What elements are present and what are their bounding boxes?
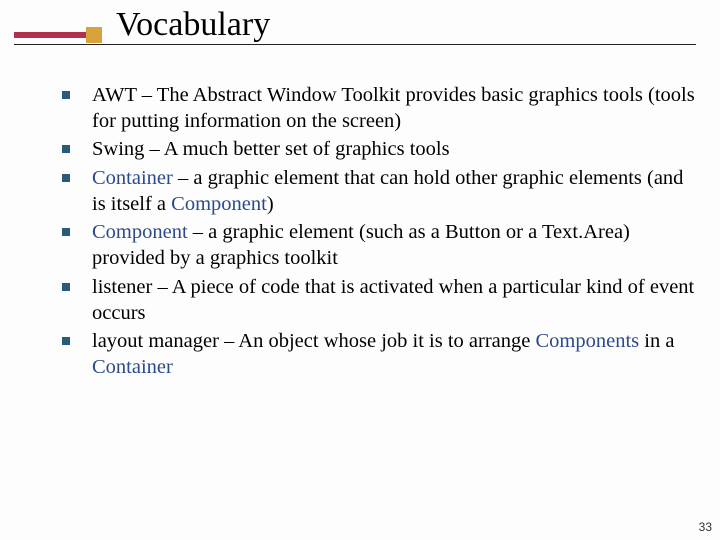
term-container: Container (92, 167, 173, 189)
item-text: Swing – A much better set of graphics to… (92, 136, 450, 162)
list-item: AWT – The Abstract Window Toolkit provid… (62, 82, 702, 134)
list-item: Component – a graphic element (such as a… (62, 219, 702, 271)
list-item: listener – A piece of code that is activ… (62, 274, 702, 326)
bullet-icon (62, 91, 70, 99)
term-component: Component (92, 221, 188, 243)
desc: – The Abstract Window Toolkit provides b… (92, 84, 695, 132)
list-item: Container – a graphic element that can h… (62, 165, 702, 217)
desc: – A piece of code that is activated when… (92, 276, 694, 324)
content-area: AWT – The Abstract Window Toolkit provid… (62, 82, 702, 383)
item-text: Container – a graphic element that can h… (92, 165, 702, 217)
title-underline (14, 44, 696, 45)
title-rule: Vocabulary (14, 8, 696, 42)
inline-components: Components (536, 330, 640, 352)
term-awt: AWT (92, 84, 137, 106)
title-accent-square (86, 27, 102, 43)
term-layout-manager: layout manager (92, 330, 219, 352)
bullet-icon (62, 337, 70, 345)
item-text: listener – A piece of code that is activ… (92, 274, 702, 326)
term-swing: Swing (92, 138, 144, 160)
mid: in a (639, 330, 674, 352)
title-accent-bar (14, 32, 88, 38)
item-text: layout manager – An object whose job it … (92, 328, 702, 380)
desc-pre: – An object whose job it is to arrange (219, 330, 536, 352)
title-block: Vocabulary (14, 8, 696, 45)
inline-container: Container (92, 356, 173, 378)
term-listener: listener (92, 276, 152, 298)
desc: – A much better set of graphics tools (144, 138, 449, 160)
bullet-icon (62, 174, 70, 182)
bullet-icon (62, 228, 70, 236)
list-item: Swing – A much better set of graphics to… (62, 136, 702, 162)
item-text: AWT – The Abstract Window Toolkit provid… (92, 82, 702, 134)
bullet-icon (62, 283, 70, 291)
inline-component: Component (171, 193, 267, 215)
item-text: Component – a graphic element (such as a… (92, 219, 702, 271)
list-item: layout manager – An object whose job it … (62, 328, 702, 380)
page-number: 33 (699, 520, 712, 534)
desc-post: ) (267, 193, 274, 215)
slide-title: Vocabulary (116, 8, 270, 42)
bullet-icon (62, 145, 70, 153)
